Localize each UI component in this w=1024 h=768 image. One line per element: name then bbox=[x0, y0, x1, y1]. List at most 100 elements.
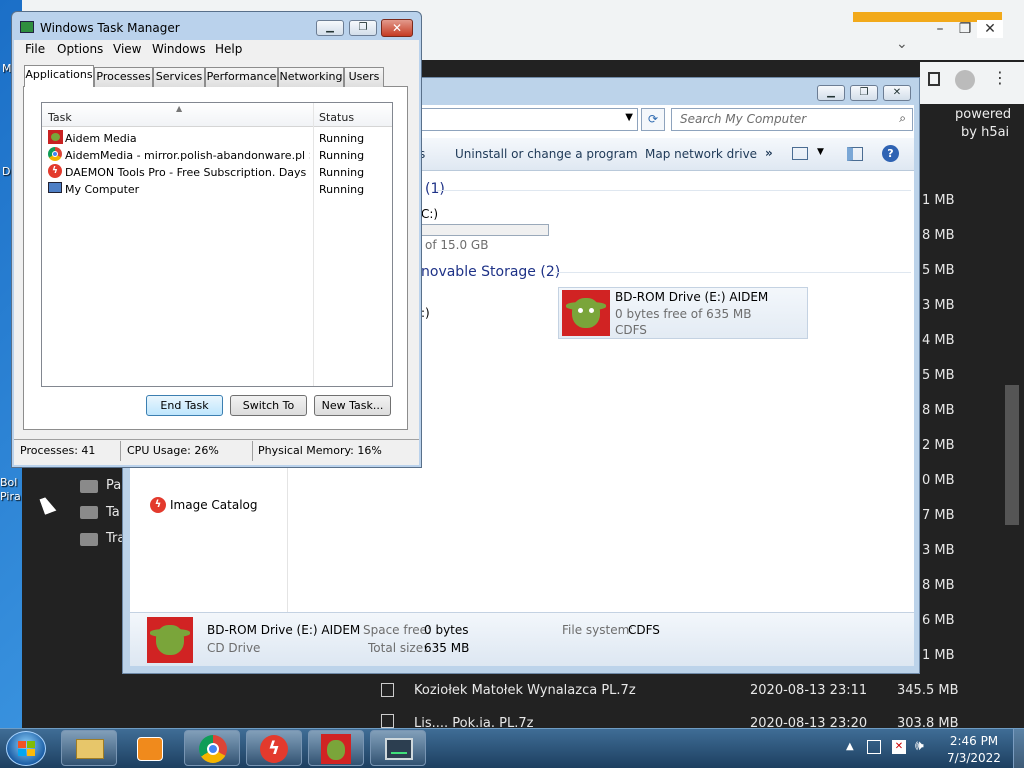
chevron-down-icon[interactable]: ▼ bbox=[817, 147, 824, 157]
close-button[interactable]: ✕ bbox=[883, 85, 911, 101]
close-button[interactable]: ✕ bbox=[381, 19, 413, 37]
task-name[interactable]: My Computer bbox=[65, 183, 310, 196]
daemon-tools-icon: ϟ bbox=[48, 164, 62, 178]
column-task[interactable]: Task bbox=[48, 111, 72, 124]
maximize-button[interactable]: ❐ bbox=[952, 20, 978, 38]
task-name[interactable]: AidemMedia - mirror.polish-abandonware.p… bbox=[65, 149, 310, 162]
show-desktop-button[interactable] bbox=[1013, 729, 1024, 768]
folder-name[interactable]: Ta bbox=[106, 505, 120, 520]
total-size-value: 635 MB bbox=[424, 641, 470, 655]
menu-help[interactable]: Help bbox=[215, 42, 242, 56]
file-size: 8 MB bbox=[922, 228, 955, 243]
minimize-button[interactable]: ▁ bbox=[316, 20, 344, 36]
taskbar-daemon-tools[interactable]: ϟ bbox=[246, 730, 302, 766]
side-panel-icon[interactable] bbox=[928, 72, 940, 86]
file-date: 2020-08-13 23:11 bbox=[750, 683, 868, 698]
minimize-button[interactable]: – bbox=[927, 20, 953, 38]
volume-icon[interactable]: 🕪 bbox=[915, 738, 924, 754]
desktop-icon-label[interactable]: Pira bbox=[0, 490, 21, 503]
taskbar-task-manager[interactable] bbox=[370, 730, 426, 766]
column-divider bbox=[313, 103, 314, 386]
details-pane: BD-ROM Drive (E:) AIDEM CD Drive Space f… bbox=[130, 612, 914, 666]
nav-image-catalog[interactable]: Image Catalog bbox=[170, 498, 257, 512]
column-status[interactable]: Status bbox=[319, 111, 354, 124]
tab-performance[interactable]: Performance bbox=[205, 67, 278, 87]
action-center-icon[interactable]: ✕ bbox=[892, 740, 906, 754]
task-name[interactable]: DAEMON Tools Pro - Free Subscription. Da… bbox=[65, 166, 310, 179]
floppy-label[interactable]: :) bbox=[421, 306, 430, 320]
menu-view[interactable]: View bbox=[113, 42, 141, 56]
powered-by-text: by h5ai bbox=[961, 125, 1010, 140]
filesystem-value: CDFS bbox=[628, 623, 660, 637]
task-manager-icon bbox=[385, 738, 413, 760]
menu-options[interactable]: Options bbox=[57, 42, 103, 56]
details-drive-type: CD Drive bbox=[207, 641, 261, 655]
desktop-icon-label[interactable]: Bol bbox=[0, 476, 17, 489]
hdd-label[interactable]: C:) bbox=[421, 207, 438, 221]
file-name-link[interactable]: Koziołek Matołek Wynalazca PL.7z bbox=[414, 683, 636, 698]
profile-avatar-icon[interactable] bbox=[955, 70, 975, 90]
search-input[interactable]: Search My Computer ⌕ bbox=[671, 108, 913, 131]
chevron-down-icon[interactable]: ▼ bbox=[625, 112, 633, 123]
taskbar-chrome[interactable] bbox=[184, 730, 240, 766]
view-options-icon[interactable] bbox=[792, 147, 808, 160]
file-icon bbox=[381, 714, 394, 728]
navigation-pane: ϟ Image Catalog bbox=[130, 465, 288, 612]
bd-rom-drive-tile[interactable]: BD-ROM Drive (E:) AIDEM 0 bytes free of … bbox=[558, 287, 808, 339]
menu-file[interactable]: File bbox=[25, 42, 45, 56]
tab-services[interactable]: Services bbox=[153, 67, 205, 87]
task-status: Running bbox=[319, 166, 365, 179]
file-size: 1 MB bbox=[922, 648, 955, 663]
file-name-link[interactable]: Lis.... Pok.ia. PL.7z bbox=[414, 716, 533, 728]
taskbar-aidem[interactable] bbox=[308, 730, 364, 766]
group-divider bbox=[555, 272, 911, 273]
maximize-button[interactable]: ❐ bbox=[349, 20, 377, 36]
start-button[interactable] bbox=[6, 731, 46, 766]
scrollbar-thumb[interactable] bbox=[1005, 385, 1019, 525]
removable-storage-header[interactable]: novable Storage (2) bbox=[421, 264, 560, 280]
hdd-group-count: (1) bbox=[425, 181, 445, 197]
refresh-icon[interactable]: ⟳ bbox=[641, 108, 665, 131]
help-icon[interactable]: ? bbox=[882, 145, 899, 162]
menu-kebab-icon[interactable]: ⋮ bbox=[992, 68, 1008, 87]
task-manager-icon bbox=[20, 21, 34, 33]
group-divider bbox=[437, 190, 911, 191]
file-size: 8 MB bbox=[922, 578, 955, 593]
chevron-down-icon[interactable]: ⌄ bbox=[896, 36, 908, 52]
file-size: 2 MB bbox=[922, 438, 955, 453]
desktop-icon-label[interactable]: D bbox=[2, 165, 10, 178]
menu-windows[interactable]: Windows bbox=[152, 42, 206, 56]
file-size: 3 MB bbox=[922, 543, 955, 558]
maximize-button[interactable]: ❐ bbox=[850, 85, 878, 101]
clock-date[interactable]: 7/3/2022 bbox=[946, 751, 1002, 765]
file-size: 4 MB bbox=[922, 333, 955, 348]
taskbar-explorer[interactable] bbox=[61, 730, 117, 766]
tab-applications[interactable]: Applications bbox=[24, 65, 94, 87]
more-commands-button[interactable]: » bbox=[765, 146, 773, 160]
search-icon[interactable]: ⌕ bbox=[899, 111, 906, 126]
show-hidden-icons-button[interactable]: ▲ bbox=[846, 741, 854, 752]
task-name[interactable]: Aidem Media bbox=[65, 132, 310, 145]
map-network-drive-button[interactable]: Map network drive bbox=[645, 147, 757, 161]
uninstall-program-button[interactable]: Uninstall or change a program bbox=[455, 147, 638, 161]
file-size: 5 MB bbox=[922, 263, 955, 278]
network-icon[interactable] bbox=[867, 740, 881, 754]
minimize-button[interactable]: ▁ bbox=[817, 85, 845, 101]
taskbar-media-player[interactable] bbox=[122, 730, 178, 766]
folder-icon bbox=[80, 506, 98, 519]
preview-pane-icon[interactable] bbox=[847, 147, 863, 161]
clock-time[interactable]: 2:46 PM bbox=[946, 734, 1002, 748]
file-size: 303.8 MB bbox=[897, 716, 959, 728]
folder-name[interactable]: Pa bbox=[106, 478, 121, 493]
drive-free-space: 0 bytes free of 635 MB bbox=[615, 307, 752, 321]
tab-users[interactable]: Users bbox=[344, 67, 384, 87]
switch-to-button[interactable]: Switch To bbox=[230, 395, 307, 416]
sort-arrow-icon: ▲ bbox=[176, 104, 183, 113]
close-button[interactable]: ✕ bbox=[977, 20, 1003, 38]
details-drive-name: BD-ROM Drive (E:) AIDEM bbox=[207, 623, 361, 637]
new-task-button[interactable]: New Task... bbox=[314, 395, 391, 416]
end-task-button[interactable]: End Task bbox=[146, 395, 223, 416]
tab-networking[interactable]: Networking bbox=[278, 67, 344, 87]
aidem-goblin-icon bbox=[147, 617, 193, 663]
tab-processes[interactable]: Processes bbox=[94, 67, 153, 87]
